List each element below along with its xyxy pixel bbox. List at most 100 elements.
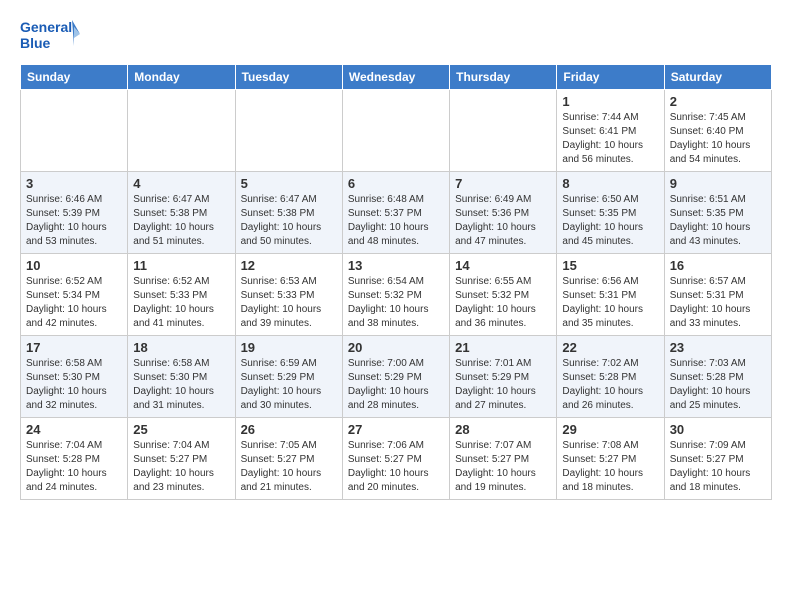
- day-cell: 27 Sunrise: 7:06 AM Sunset: 5:27 PM Dayli…: [342, 418, 449, 500]
- day-cell: 9 Sunrise: 6:51 AM Sunset: 5:35 PM Daylig…: [664, 172, 771, 254]
- weekday-header-saturday: Saturday: [664, 65, 771, 90]
- day-info: Sunrise: 6:47 AM Sunset: 5:38 PM Dayligh…: [133, 193, 229, 249]
- day-number: 21: [455, 340, 551, 355]
- weekday-header-sunday: Sunday: [21, 65, 128, 90]
- day-cell: 29 Sunrise: 7:08 AM Sunset: 5:27 PM Dayli…: [557, 418, 664, 500]
- day-number: 22: [562, 340, 658, 355]
- weekday-header-monday: Monday: [128, 65, 235, 90]
- week-row-1: 1Sunrise: 7:44 AM Sunset: 6:41 PM Daylig…: [21, 90, 772, 172]
- day-info: Sunrise: 7:07 AM Sunset: 5:27 PM Dayligh…: [455, 439, 551, 495]
- day-info: Sunrise: 7:00 AM Sunset: 5:29 PM Dayligh…: [348, 357, 444, 413]
- day-number: 27: [348, 422, 444, 437]
- weekday-header-thursday: Thursday: [450, 65, 557, 90]
- day-info: Sunrise: 6:51 AM Sunset: 5:35 PM Dayligh…: [670, 193, 766, 249]
- day-number: 10: [26, 258, 122, 273]
- day-cell: 13Sunrise: 6:54 AM Sunset: 5:32 PM Dayli…: [342, 254, 449, 336]
- calendar-header: SundayMondayTuesdayWednesdayThursdayFrid…: [21, 65, 772, 90]
- day-info: Sunrise: 7:01 AM Sunset: 5:29 PM Dayligh…: [455, 357, 551, 413]
- day-number: 14: [455, 258, 551, 273]
- day-cell: 17Sunrise: 6:58 AM Sunset: 5:30 PM Dayli…: [21, 336, 128, 418]
- logo-svg: General Blue: [20, 16, 80, 58]
- day-info: Sunrise: 7:45 AM Sunset: 6:40 PM Dayligh…: [670, 111, 766, 167]
- day-number: 9: [670, 176, 766, 191]
- day-cell: 24Sunrise: 7:04 AM Sunset: 5:28 PM Dayli…: [21, 418, 128, 500]
- day-info: Sunrise: 6:47 AM Sunset: 5:38 PM Dayligh…: [241, 193, 337, 249]
- day-info: Sunrise: 6:46 AM Sunset: 5:39 PM Dayligh…: [26, 193, 122, 249]
- day-cell: 5Sunrise: 6:47 AM Sunset: 5:38 PM Daylig…: [235, 172, 342, 254]
- weekday-row: SundayMondayTuesdayWednesdayThursdayFrid…: [21, 65, 772, 90]
- day-info: Sunrise: 6:59 AM Sunset: 5:29 PM Dayligh…: [241, 357, 337, 413]
- day-number: 3: [26, 176, 122, 191]
- day-cell: 14 Sunrise: 6:55 AM Sunset: 5:32 PM Dayli…: [450, 254, 557, 336]
- day-number: 15: [562, 258, 658, 273]
- day-info: Sunrise: 7:05 AM Sunset: 5:27 PM Dayligh…: [241, 439, 337, 495]
- day-cell: 16 Sunrise: 6:57 AM Sunset: 5:31 PM Dayli…: [664, 254, 771, 336]
- day-info: Sunrise: 6:58 AM Sunset: 5:30 PM Dayligh…: [133, 357, 229, 413]
- day-info: Sunrise: 6:58 AM Sunset: 5:30 PM Dayligh…: [26, 357, 122, 413]
- page: General Blue SundayMondayTuesdayWednesda…: [0, 0, 792, 510]
- day-cell: 4 Sunrise: 6:47 AM Sunset: 5:38 PM Daylig…: [128, 172, 235, 254]
- day-number: 2: [670, 94, 766, 109]
- day-info: Sunrise: 7:04 AM Sunset: 5:27 PM Dayligh…: [133, 439, 229, 495]
- day-info: Sunrise: 6:52 AM Sunset: 5:33 PM Dayligh…: [133, 275, 229, 331]
- day-cell: 3 Sunrise: 6:46 AM Sunset: 5:39 PM Daylig…: [21, 172, 128, 254]
- day-cell: 10 Sunrise: 6:52 AM Sunset: 5:34 PM Dayli…: [21, 254, 128, 336]
- day-number: 25: [133, 422, 229, 437]
- day-cell: 8Sunrise: 6:50 AM Sunset: 5:35 PM Daylig…: [557, 172, 664, 254]
- day-info: Sunrise: 6:54 AM Sunset: 5:32 PM Dayligh…: [348, 275, 444, 331]
- day-number: 23: [670, 340, 766, 355]
- day-cell: [235, 90, 342, 172]
- week-row-5: 24Sunrise: 7:04 AM Sunset: 5:28 PM Dayli…: [21, 418, 772, 500]
- day-number: 4: [133, 176, 229, 191]
- day-info: Sunrise: 6:48 AM Sunset: 5:37 PM Dayligh…: [348, 193, 444, 249]
- day-cell: 6 Sunrise: 6:48 AM Sunset: 5:37 PM Daylig…: [342, 172, 449, 254]
- day-cell: [450, 90, 557, 172]
- day-number: 28: [455, 422, 551, 437]
- day-info: Sunrise: 6:55 AM Sunset: 5:32 PM Dayligh…: [455, 275, 551, 331]
- day-number: 7: [455, 176, 551, 191]
- svg-text:General: General: [20, 19, 72, 35]
- day-cell: 25 Sunrise: 7:04 AM Sunset: 5:27 PM Dayli…: [128, 418, 235, 500]
- day-cell: 15 Sunrise: 6:56 AM Sunset: 5:31 PM Dayli…: [557, 254, 664, 336]
- day-cell: 23Sunrise: 7:03 AM Sunset: 5:28 PM Dayli…: [664, 336, 771, 418]
- day-number: 1: [562, 94, 658, 109]
- weekday-header-friday: Friday: [557, 65, 664, 90]
- day-number: 24: [26, 422, 122, 437]
- day-number: 29: [562, 422, 658, 437]
- header: General Blue: [20, 16, 772, 58]
- day-cell: 1Sunrise: 7:44 AM Sunset: 6:41 PM Daylig…: [557, 90, 664, 172]
- day-cell: [128, 90, 235, 172]
- day-info: Sunrise: 6:52 AM Sunset: 5:34 PM Dayligh…: [26, 275, 122, 331]
- day-number: 12: [241, 258, 337, 273]
- calendar: SundayMondayTuesdayWednesdayThursdayFrid…: [20, 64, 772, 500]
- day-cell: [21, 90, 128, 172]
- week-row-3: 10 Sunrise: 6:52 AM Sunset: 5:34 PM Dayli…: [21, 254, 772, 336]
- day-number: 20: [348, 340, 444, 355]
- logo: General Blue: [20, 16, 80, 58]
- week-row-2: 3 Sunrise: 6:46 AM Sunset: 5:39 PM Daylig…: [21, 172, 772, 254]
- day-info: Sunrise: 7:08 AM Sunset: 5:27 PM Dayligh…: [562, 439, 658, 495]
- day-cell: 20 Sunrise: 7:00 AM Sunset: 5:29 PM Dayli…: [342, 336, 449, 418]
- calendar-body: 1Sunrise: 7:44 AM Sunset: 6:41 PM Daylig…: [21, 90, 772, 500]
- day-number: 30: [670, 422, 766, 437]
- day-info: Sunrise: 7:02 AM Sunset: 5:28 PM Dayligh…: [562, 357, 658, 413]
- day-number: 18: [133, 340, 229, 355]
- day-number: 16: [670, 258, 766, 273]
- svg-text:Blue: Blue: [20, 35, 51, 51]
- day-info: Sunrise: 6:53 AM Sunset: 5:33 PM Dayligh…: [241, 275, 337, 331]
- day-cell: 26Sunrise: 7:05 AM Sunset: 5:27 PM Dayli…: [235, 418, 342, 500]
- day-number: 6: [348, 176, 444, 191]
- day-cell: 30Sunrise: 7:09 AM Sunset: 5:27 PM Dayli…: [664, 418, 771, 500]
- weekday-header-wednesday: Wednesday: [342, 65, 449, 90]
- day-cell: 21 Sunrise: 7:01 AM Sunset: 5:29 PM Dayli…: [450, 336, 557, 418]
- day-cell: 12 Sunrise: 6:53 AM Sunset: 5:33 PM Dayli…: [235, 254, 342, 336]
- day-info: Sunrise: 7:06 AM Sunset: 5:27 PM Dayligh…: [348, 439, 444, 495]
- day-cell: 11 Sunrise: 6:52 AM Sunset: 5:33 PM Dayli…: [128, 254, 235, 336]
- day-number: 8: [562, 176, 658, 191]
- day-cell: 18 Sunrise: 6:58 AM Sunset: 5:30 PM Dayli…: [128, 336, 235, 418]
- day-cell: 2 Sunrise: 7:45 AM Sunset: 6:40 PM Daylig…: [664, 90, 771, 172]
- day-info: Sunrise: 6:56 AM Sunset: 5:31 PM Dayligh…: [562, 275, 658, 331]
- day-cell: [342, 90, 449, 172]
- day-info: Sunrise: 6:57 AM Sunset: 5:31 PM Dayligh…: [670, 275, 766, 331]
- day-number: 11: [133, 258, 229, 273]
